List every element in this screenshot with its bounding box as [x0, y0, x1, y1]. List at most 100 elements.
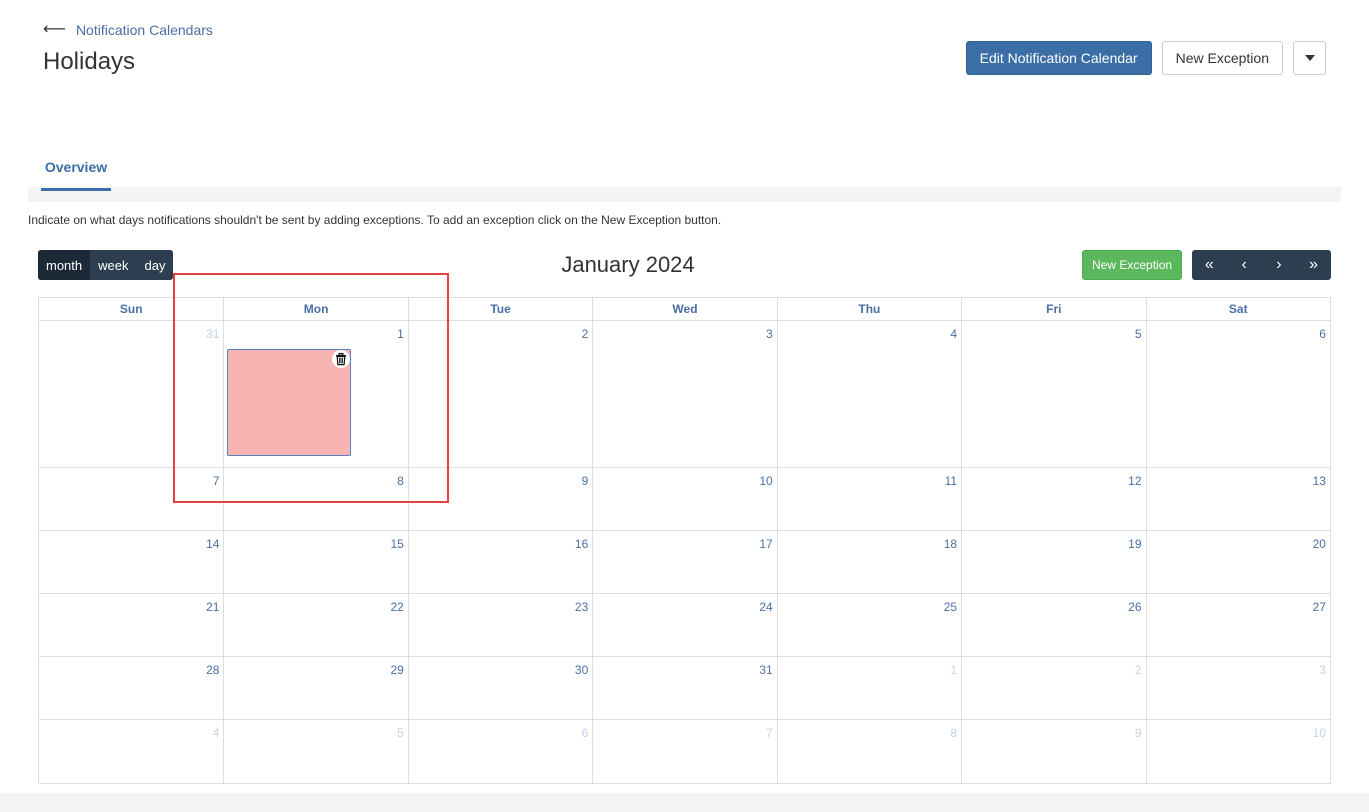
- day-cell[interactable]: 10: [592, 468, 776, 530]
- day-number: 28: [206, 663, 220, 677]
- footer-strip: [0, 793, 1369, 812]
- day-number: 4: [212, 726, 220, 740]
- trash-icon[interactable]: [332, 350, 351, 368]
- day-cell[interactable]: 11: [776, 468, 961, 530]
- weekday-header: Wed: [592, 298, 776, 320]
- day-cell[interactable]: 5: [223, 720, 407, 783]
- day-cell[interactable]: 9: [961, 720, 1145, 783]
- day-cell[interactable]: 31: [39, 321, 223, 467]
- edit-notification-calendar-button[interactable]: Edit Notification Calendar: [965, 41, 1152, 75]
- weekday-header: Sun: [119, 302, 143, 316]
- day-number: 11: [944, 474, 958, 488]
- view-day-button[interactable]: day: [136, 250, 174, 280]
- day-cell[interactable]: 27: [1145, 594, 1330, 656]
- back-link[interactable]: ⟵ Notification Calendars: [43, 21, 213, 39]
- next-year-button[interactable]: »: [1296, 250, 1331, 280]
- day-cell[interactable]: 25: [776, 594, 961, 656]
- tab-overview[interactable]: Overview: [41, 150, 111, 191]
- day-cell[interactable]: 29: [223, 657, 407, 719]
- day-number: 26: [1128, 600, 1142, 614]
- double-chevron-right-icon: »: [1309, 256, 1319, 273]
- day-cell[interactable]: 1: [223, 321, 407, 467]
- new-exception-button[interactable]: New Exception: [1161, 41, 1283, 75]
- day-cell[interactable]: 12: [961, 468, 1145, 530]
- day-cell[interactable]: 4: [776, 321, 961, 467]
- day-cell[interactable]: 1: [776, 657, 961, 719]
- day-number: 30: [574, 663, 589, 677]
- day-number: 25: [943, 600, 958, 614]
- next-month-button[interactable]: ›: [1262, 250, 1297, 280]
- day-number: 6: [581, 726, 589, 740]
- day-number: 4: [950, 327, 958, 341]
- day-cell[interactable]: 15: [223, 531, 407, 593]
- day-number: 5: [397, 726, 404, 740]
- day-cell[interactable]: 21: [39, 594, 223, 656]
- day-cell[interactable]: 17: [592, 531, 776, 593]
- day-number: 31: [759, 663, 773, 677]
- day-number: 22: [390, 600, 404, 614]
- day-cell[interactable]: 8: [223, 468, 407, 530]
- day-number: 3: [1319, 663, 1326, 677]
- weekday-header: Tue: [407, 298, 592, 320]
- day-cell[interactable]: 10: [1145, 720, 1330, 783]
- day-number: 8: [950, 726, 958, 740]
- day-cell[interactable]: 6: [1145, 321, 1330, 467]
- day-number: 9: [581, 474, 589, 488]
- double-chevron-left-icon: «: [1204, 256, 1214, 273]
- day-cell[interactable]: 24: [592, 594, 776, 656]
- day-cell[interactable]: 13: [1145, 468, 1330, 530]
- day-cell[interactable]: 16: [407, 531, 592, 593]
- view-month-button[interactable]: month: [38, 250, 91, 280]
- arrow-left-icon: ⟵: [43, 21, 66, 38]
- day-cell[interactable]: 7: [592, 720, 776, 783]
- day-number: 1: [950, 663, 958, 677]
- day-cell[interactable]: 14: [39, 531, 223, 593]
- day-cell[interactable]: 31: [592, 657, 776, 719]
- chevron-right-icon: ›: [1276, 256, 1282, 273]
- day-cell[interactable]: 20: [1145, 531, 1330, 593]
- day-cell[interactable]: 26: [961, 594, 1145, 656]
- day-cell[interactable]: 23: [407, 594, 592, 656]
- day-number: 6: [1319, 327, 1326, 341]
- day-cell[interactable]: 7: [39, 468, 223, 530]
- weekday-header: Mon: [223, 298, 407, 320]
- previous-year-button[interactable]: «: [1192, 250, 1227, 280]
- day-cell[interactable]: 19: [961, 531, 1145, 593]
- calendar-new-exception-button[interactable]: New Exception: [1082, 250, 1183, 280]
- day-cell[interactable]: 6: [407, 720, 592, 783]
- week-row: 14 15 16 17 18 19 20: [39, 531, 1330, 594]
- calendar-title: January 2024: [561, 252, 695, 277]
- day-number: 27: [1312, 600, 1326, 614]
- day-cell[interactable]: 18: [776, 531, 961, 593]
- day-cell[interactable]: 9: [407, 468, 592, 530]
- notification-calendar-page: ⟵ Notification Calendars Holidays Edit N…: [0, 0, 1369, 812]
- day-number: 23: [574, 600, 589, 614]
- day-number: 13: [1312, 474, 1326, 488]
- view-switcher: month week day: [38, 250, 174, 280]
- day-cell[interactable]: 2: [407, 321, 592, 467]
- day-number: 20: [1312, 537, 1326, 551]
- day-number: 14: [206, 537, 220, 551]
- day-number: 18: [943, 537, 958, 551]
- chevron-left-icon: ‹: [1241, 256, 1247, 273]
- day-number: 9: [1134, 726, 1142, 740]
- view-week-button[interactable]: week: [90, 250, 137, 280]
- day-cell[interactable]: 3: [592, 321, 776, 467]
- previous-month-button[interactable]: ‹: [1227, 250, 1262, 280]
- day-cell[interactable]: 30: [407, 657, 592, 719]
- day-number: 8: [397, 474, 404, 488]
- day-number: 16: [574, 537, 589, 551]
- back-link-label: Notification Calendars: [75, 22, 213, 38]
- day-cell[interactable]: 22: [223, 594, 407, 656]
- more-actions-dropdown-button[interactable]: [1293, 41, 1326, 75]
- calendar-grid: Sun Mon Tue Wed Thu Fri Sat 31 1 2 3 4 5 6 7 8 9 10 11 12 1…: [38, 297, 1331, 784]
- caret-down-icon: [1304, 55, 1315, 61]
- day-cell[interactable]: 28: [39, 657, 223, 719]
- day-cell[interactable]: 3: [1145, 657, 1330, 719]
- day-cell[interactable]: 2: [961, 657, 1145, 719]
- day-cell[interactable]: 4: [39, 720, 223, 783]
- exception-event[interactable]: [227, 349, 352, 456]
- day-cell[interactable]: 8: [776, 720, 961, 783]
- day-cell[interactable]: 5: [961, 321, 1145, 467]
- help-text: Indicate on what days notifications shou…: [28, 213, 722, 227]
